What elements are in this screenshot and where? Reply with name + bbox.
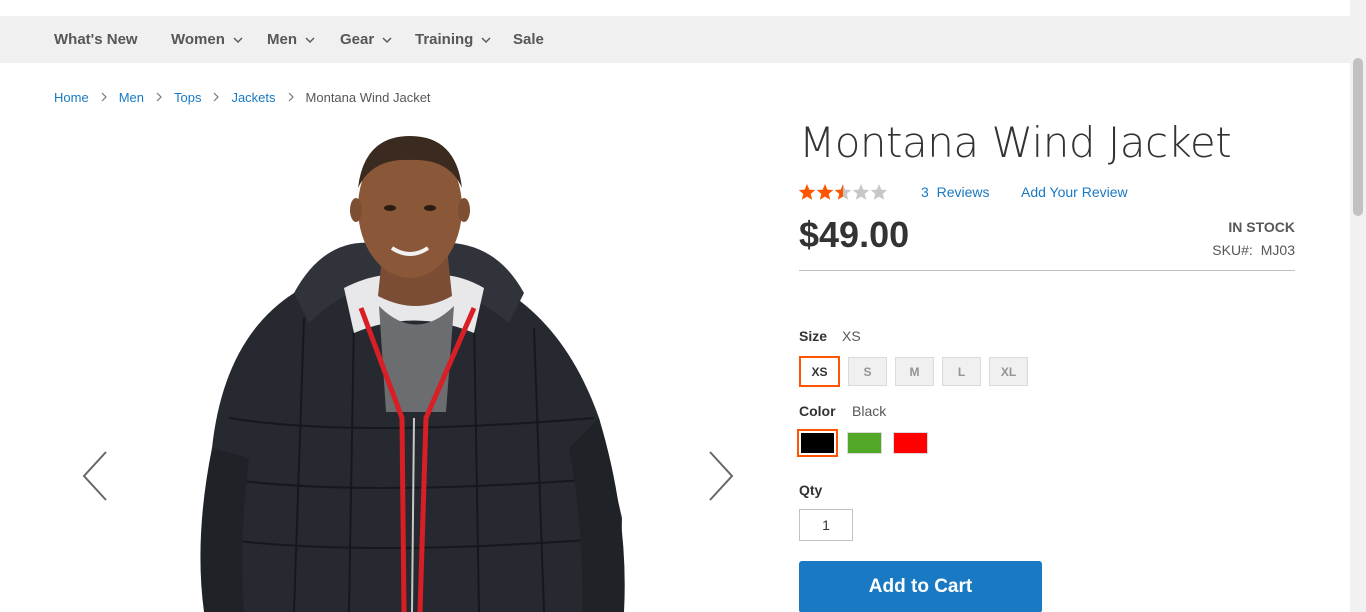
sku: SKU#: MJ03 [1212,242,1295,258]
breadcrumb-link-jackets[interactable]: Jackets [231,90,275,105]
chevron-right-icon [276,91,306,103]
breadcrumb: Home Men Tops Jackets Montana Wind Jacke… [54,88,431,106]
sku-label: SKU#: [1212,242,1253,258]
chevron-right-icon [89,91,119,103]
breadcrumb-current: Montana Wind Jacket [305,89,431,105]
nav-item-men[interactable]: Men [267,16,315,63]
nav-item-label: Training [415,31,474,48]
scrollbar-thumb[interactable] [1353,58,1363,216]
product-image [200,136,625,612]
size-option-l[interactable]: L [942,357,981,386]
reviews-link[interactable]: 3 Reviews [921,184,989,200]
nav-item-label: Women [171,31,225,48]
breadcrumb-link-tops[interactable]: Tops [174,90,201,105]
top-header [0,0,1350,16]
star-half-icon [834,184,852,200]
nav-item-sale[interactable]: Sale [513,16,544,63]
color-option-green[interactable] [847,432,882,454]
color-option-red[interactable] [893,432,928,454]
star-empty-icon [852,184,870,200]
reviews-label: Reviews [936,184,990,200]
nav-item-label: What's New [54,31,138,48]
nav-item-gear[interactable]: Gear [340,16,392,63]
add-review-link[interactable]: Add Your Review [1021,184,1128,200]
reviews-count: 3 [921,184,929,200]
chevron-right-icon [144,91,174,103]
chevron-down-icon [382,37,392,43]
breadcrumb-link-home[interactable]: Home [54,90,89,105]
rating-stars [798,183,888,201]
color-swatches [797,429,928,457]
divider [799,270,1295,271]
qty-label: Qty [799,482,823,498]
chevron-right-icon [201,91,231,103]
chevron-down-icon [481,37,491,43]
sku-value: MJ03 [1260,242,1295,258]
add-to-cart-button[interactable]: Add to Cart [799,561,1042,612]
gallery-prev-arrow-icon[interactable] [78,448,112,504]
stock-status: In stock [1228,219,1295,235]
size-option-s[interactable]: S [848,357,887,386]
gallery-next-arrow-icon[interactable] [704,448,738,504]
size-swatches: XS S M L XL [799,356,1028,387]
nav-item-label: Men [267,31,297,48]
nav-item-women[interactable]: Women [171,16,243,63]
product-price: $49.00 [799,214,910,255]
size-selected-value: XS [842,328,861,344]
color-selected-value: Black [852,403,887,419]
product-title: Montana Wind Jacket [799,118,1232,167]
size-label: Size [799,328,828,344]
star-full-icon [798,184,816,200]
star-empty-icon [870,184,888,200]
color-label: Color [799,403,836,419]
chevron-down-icon [233,37,243,43]
page-scrollbar[interactable] [1350,0,1366,612]
chevron-down-icon [305,37,315,43]
product-image-gallery [54,118,760,612]
size-option-xl[interactable]: XL [989,357,1028,386]
qty-input[interactable] [799,509,853,541]
size-option-xs[interactable]: XS [799,356,840,387]
color-option-black[interactable] [797,429,838,457]
nav-item-whats-new[interactable]: What's New [54,16,138,63]
nav-item-label: Sale [513,31,544,48]
star-full-icon [816,184,834,200]
breadcrumb-link-men[interactable]: Men [119,90,144,105]
nav-item-label: Gear [340,31,375,48]
nav-item-training[interactable]: Training [415,16,491,63]
main-navigation: What's New Women Men Gear Training Sale [0,16,1350,63]
size-option-m[interactable]: M [895,357,934,386]
